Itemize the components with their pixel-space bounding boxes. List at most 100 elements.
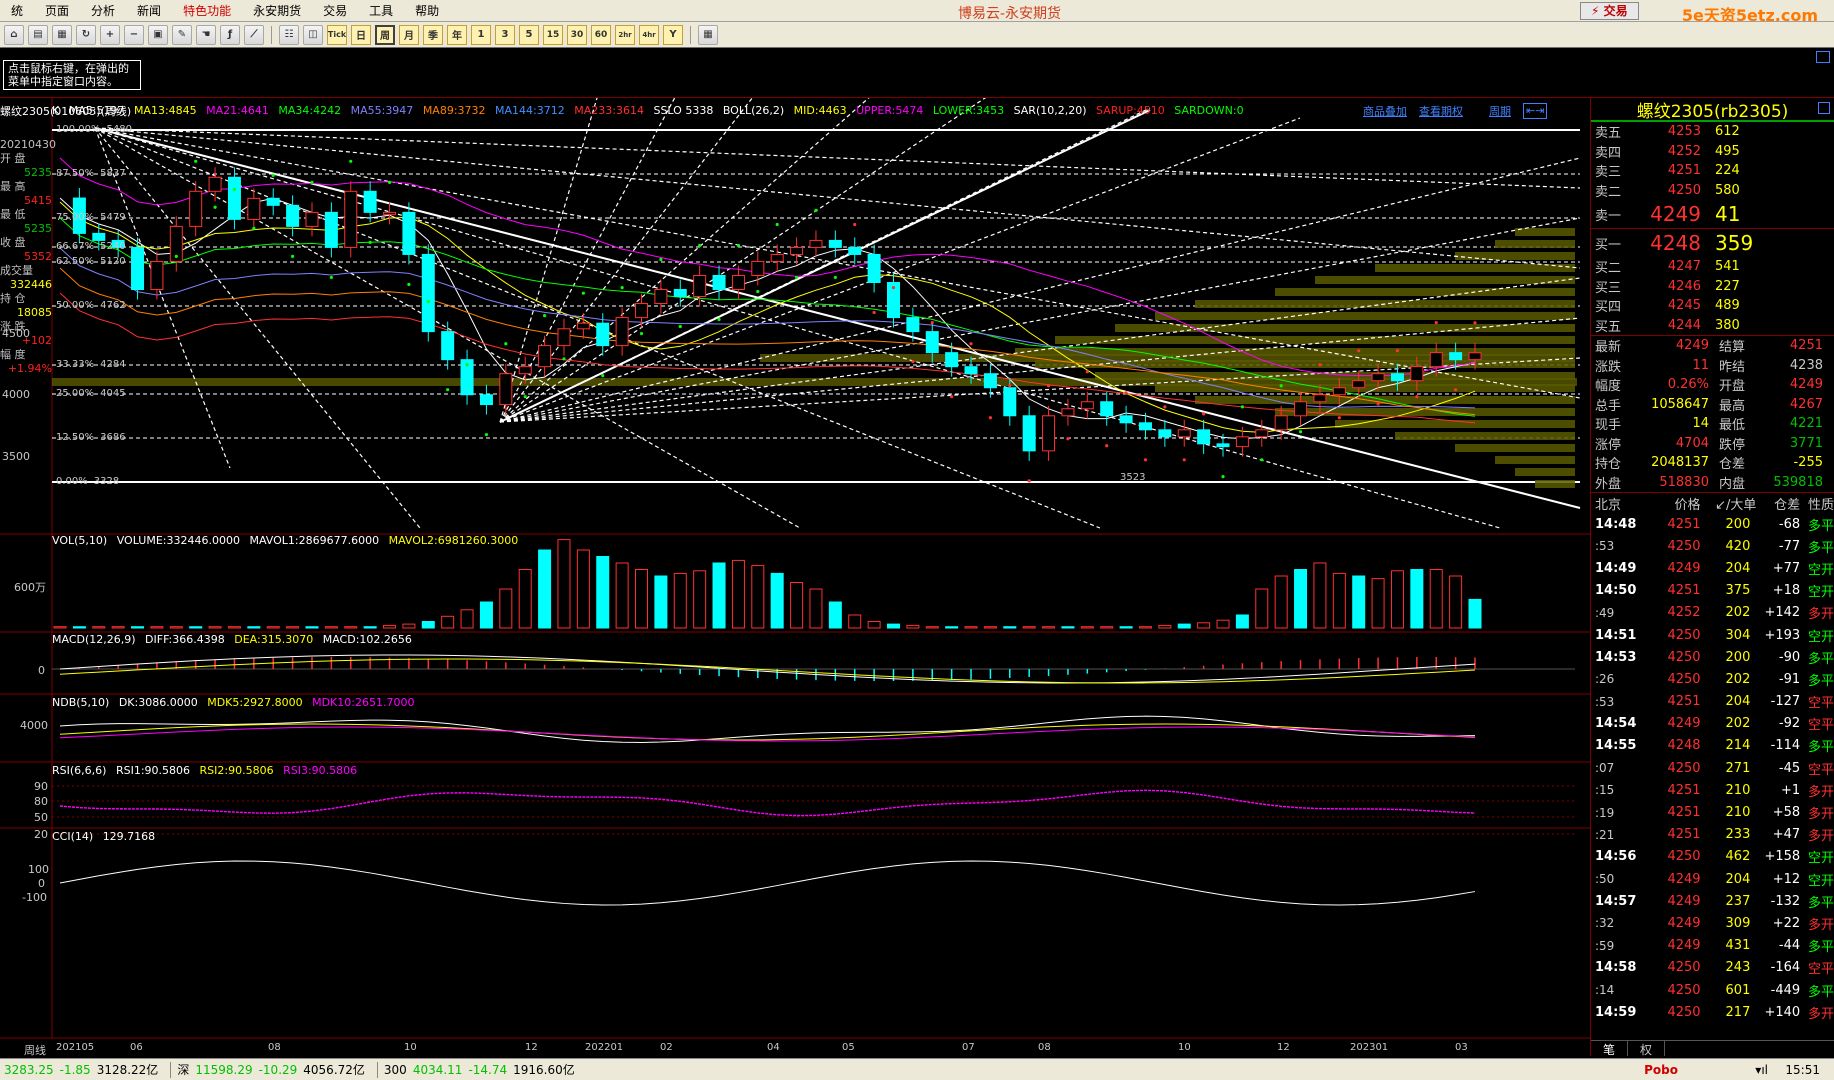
candle-body (1449, 352, 1463, 361)
tab-rights[interactable]: 权 (1628, 1041, 1666, 1057)
tick-volume: 233 (1725, 827, 1751, 843)
vol-tick: 600万 (14, 581, 46, 594)
candle-body (712, 274, 726, 291)
tick-volume: 243 (1725, 960, 1751, 976)
period-week[interactable]: 周 (375, 24, 395, 45)
period-year[interactable]: 年 (447, 24, 467, 45)
info-oi-value: 18085 (17, 306, 52, 319)
sar-dot (1376, 402, 1380, 406)
save-icon[interactable]: ▦ (52, 24, 72, 45)
candle-body (1042, 415, 1056, 452)
period-tick[interactable]: Tick (327, 24, 347, 45)
period-custom[interactable]: Y (663, 24, 683, 45)
rsi-tick-90: 90 (34, 780, 48, 793)
menu-tools[interactable]: 工具 (358, 3, 404, 19)
candle-body (518, 366, 532, 375)
period-15m[interactable]: 15 (543, 24, 563, 45)
candle-body (305, 211, 319, 227)
tab-ticks[interactable]: 笔 (1591, 1041, 1629, 1057)
sar-dot (775, 222, 779, 227)
zoom-out-icon[interactable]: − (124, 24, 144, 45)
sh-index: 3283.25 (4, 1062, 54, 1077)
candle-body (1235, 436, 1249, 448)
stat-label: 持仓 (1595, 457, 1622, 473)
kline-chart-svg[interactable] (0, 98, 1590, 1058)
menu-news[interactable]: 新闻 (126, 3, 172, 19)
tick-oi-change: -164 (1770, 960, 1801, 976)
period-3m[interactable]: 3 (495, 24, 515, 45)
toolbar-separator (690, 25, 691, 44)
tip-panel[interactable]: 点击鼠标右键，在弹出的菜单中指定窗口内容。 (0, 48, 1834, 98)
period-month[interactable]: 月 (399, 24, 419, 45)
table-icon[interactable]: ☷ (279, 24, 299, 45)
tick-volume: 204 (1725, 560, 1751, 576)
candle-body (906, 317, 920, 333)
nav-arrows-icon[interactable]: ⇤⇥ (1523, 103, 1548, 119)
menu-special[interactable]: 特色功能 (172, 3, 242, 19)
folder-icon[interactable]: ▤ (28, 24, 48, 45)
maximize-icon[interactable] (1818, 102, 1830, 114)
tick-type: 空平 (1808, 696, 1834, 712)
period-day[interactable]: 日 (351, 24, 371, 45)
sar-dot (1473, 321, 1477, 325)
ask-price: 4252 (1667, 143, 1701, 159)
period-30m[interactable]: 30 (567, 24, 587, 45)
chart-icon[interactable]: ◫ (303, 24, 323, 45)
menu-trade[interactable]: 交易 (312, 3, 358, 19)
ask-row: 卖一 4249 41 (1591, 200, 1834, 228)
hand-icon[interactable]: ☚ (196, 24, 216, 45)
menu-system[interactable]: 统 (0, 3, 34, 19)
menu-analysis[interactable]: 分析 (80, 3, 126, 19)
fib-level-label: 12.50% 3686 (56, 432, 126, 443)
trade-button[interactable]: ⚡ 交易 (1580, 2, 1639, 20)
quote-panel: 螺纹2305(rb2305) 卖五 4253 612 卖四 4252 495 卖三 4251 2… (1590, 98, 1834, 1057)
tick-header-oi: 仓差 (1774, 497, 1801, 513)
stat-value: 4267 (1789, 396, 1823, 412)
sar-label: SAR(10,2,20) (1013, 104, 1087, 117)
maximize-icon[interactable] (1816, 51, 1830, 63)
tick-price: 4250 (1667, 649, 1701, 665)
candle-body (1390, 373, 1404, 382)
period-4hr[interactable]: 4hr (639, 24, 659, 45)
tick-row: 14:56 4250 462 +158 空开 (1591, 846, 1834, 868)
menu-page[interactable]: 页面 (34, 3, 80, 19)
pen-icon[interactable]: ✎ (172, 24, 192, 45)
calculator-icon[interactable]: ▦ (698, 24, 718, 45)
stat-value: 14 (1692, 416, 1709, 432)
indicator-icon[interactable]: ƒ (220, 24, 240, 45)
period-link[interactable]: 周期 (1489, 103, 1511, 119)
zoom-in-icon[interactable]: + (100, 24, 120, 45)
quote-header: 螺纹2305(rb2305) (1591, 98, 1834, 122)
period-season[interactable]: 季 (423, 24, 443, 45)
ma34-label: MA34:4242 (278, 104, 342, 117)
menu-help[interactable]: 帮助 (404, 3, 450, 19)
fib-level-pct: 50.00% (56, 300, 95, 311)
rsi-legend: RSI(6,6,6) RSI1:90.5806 RSI2:90.5806 RSI… (52, 764, 363, 777)
options-link[interactable]: 查看期权 (1419, 103, 1463, 119)
draw-line-icon[interactable]: ⟋ (244, 24, 264, 45)
tick-list[interactable]: 14:48 4251 200 -68 多平:53 4250 420 -77 多平 14:49 424… (1591, 513, 1834, 1023)
refresh-icon[interactable]: ↻ (76, 24, 96, 45)
info-pct-value: +1.94% (7, 362, 52, 375)
chart-area[interactable]: 螺纹2305(010605)(周线) K MA5:5197 MA13:4845 … (0, 98, 1590, 1058)
period-5m[interactable]: 5 (519, 24, 539, 45)
candle-body (1468, 352, 1482, 361)
period-1m[interactable]: 1 (471, 24, 491, 45)
period-60m[interactable]: 60 (591, 24, 611, 45)
vol-legend: VOL(5,10) VOLUME:332446.0000 MAVOL1:2869… (52, 534, 524, 547)
candle-body (383, 211, 397, 215)
sar-dot (1143, 458, 1148, 462)
sar-dot (1454, 388, 1458, 392)
overlay-link[interactable]: 商品叠加 (1363, 103, 1407, 119)
sar-dot (1182, 458, 1186, 462)
volume-bar (828, 601, 842, 629)
candle-body (1158, 429, 1172, 438)
ask-price: 4253 (1667, 124, 1701, 140)
stat-label: 昨结 (1719, 359, 1746, 375)
home-icon[interactable]: ⌂ (4, 24, 24, 45)
period-2hr[interactable]: 2hr (615, 24, 635, 45)
window-icon[interactable]: ▣ (148, 24, 168, 45)
tick-row: :53 4251 204 -127 空平 (1591, 691, 1834, 713)
bar-info-panel: 20210430 开 盘 5235 最 高 5415 最 低 5235 收 盘 … (0, 138, 56, 376)
menu-yongan[interactable]: 永安期货 (242, 3, 312, 19)
